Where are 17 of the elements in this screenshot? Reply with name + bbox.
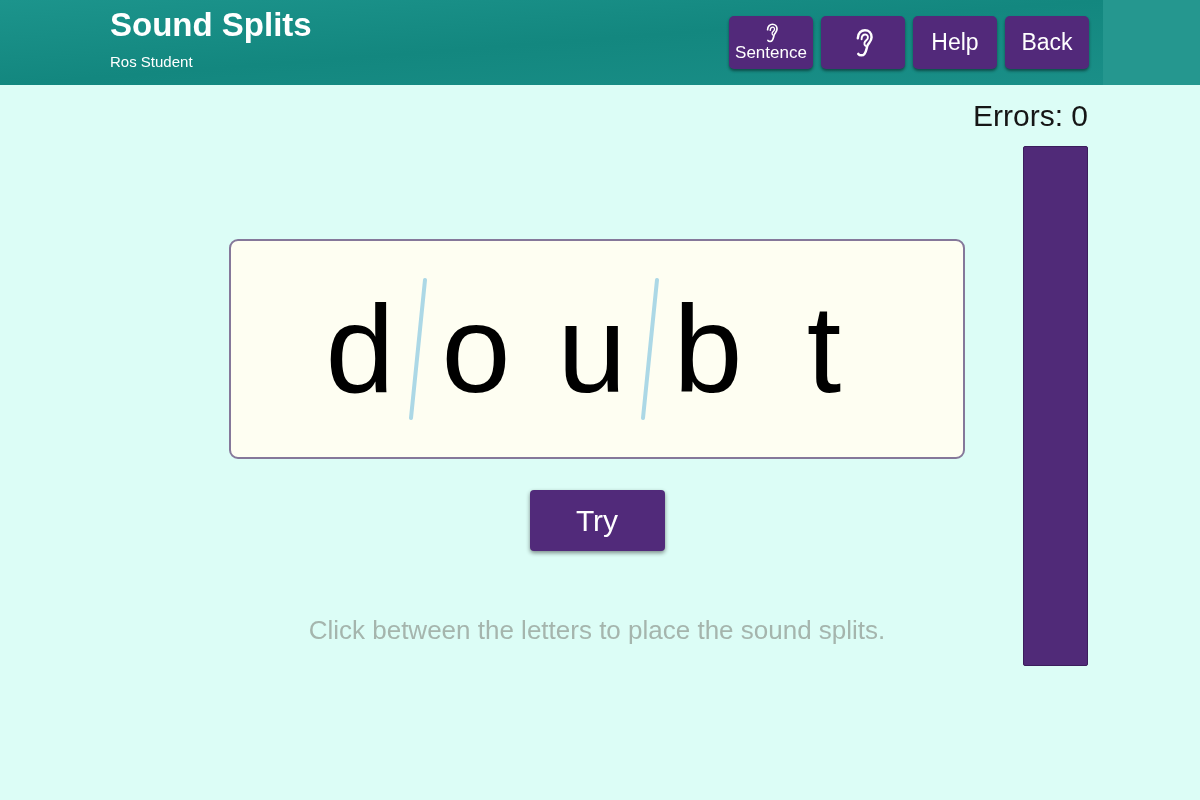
sound-split-mark[interactable]: [641, 278, 659, 420]
word-letter: o: [440, 284, 512, 414]
header-button[interactable]: Help: [913, 16, 997, 69]
word-letter: d: [324, 284, 396, 414]
sound-split-mark[interactable]: [409, 278, 427, 420]
header-button[interactable]: Back: [1005, 16, 1089, 69]
try-button[interactable]: Try: [529, 490, 665, 551]
sentence-button[interactable]: Sentence: [729, 16, 813, 69]
instruction-text: Click between the letters to place the sound splits.: [308, 614, 886, 647]
app-title: Sound Splits: [110, 5, 312, 45]
word-letter: b: [672, 284, 744, 414]
ear-icon: [764, 22, 778, 43]
error-count: Errors: 0: [972, 98, 1088, 134]
user-name: Ros Student: [110, 52, 194, 72]
word-letter: u: [556, 284, 628, 414]
word-letter: t: [805, 284, 843, 414]
listen-button[interactable]: [821, 16, 905, 69]
